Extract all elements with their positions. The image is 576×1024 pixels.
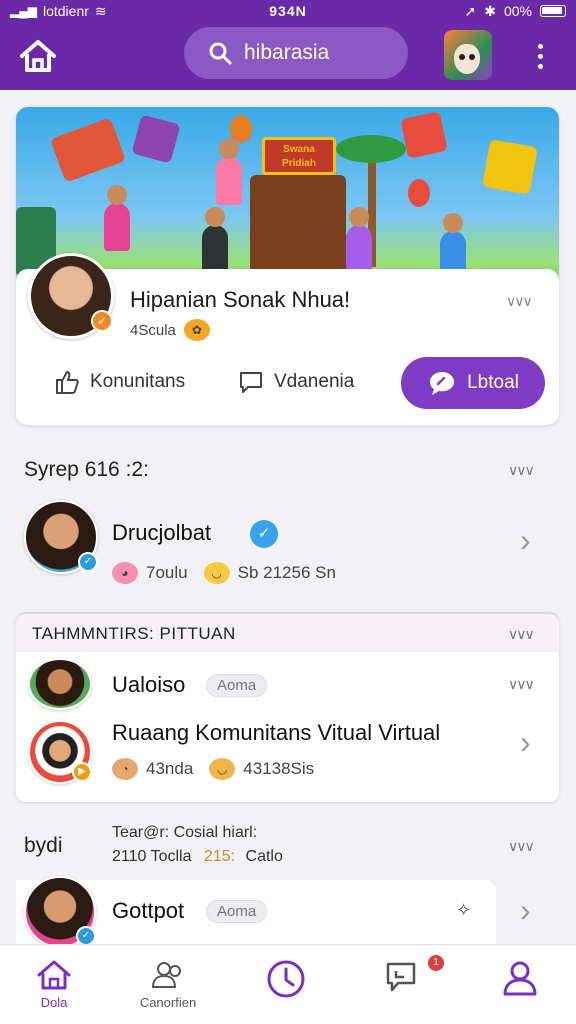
section-sub-line2b: 215: bbox=[203, 848, 236, 865]
featured-actions: Konunitans Vdanenia Lbtoal bbox=[16, 357, 559, 413]
section-sub-line1: Tear@r: Cosial hiarl: bbox=[112, 824, 258, 841]
community-title: Ruaang Komunitans Vitual Virtual bbox=[112, 720, 441, 745]
member-row[interactable]: ✓ Drucjolbat ✓ ◕ 7oulu ◡ Sb 21256 Sn › bbox=[16, 494, 559, 594]
status-time: 934N bbox=[269, 3, 307, 19]
notification-badge: 1 bbox=[428, 955, 444, 971]
user-avatar[interactable] bbox=[444, 30, 492, 80]
bluetooth-icon: ✱ bbox=[484, 2, 496, 19]
community-header: TAHMMNTIRS: PITTUAN ∨∨∨ bbox=[16, 612, 559, 652]
community-avatar[interactable] bbox=[28, 658, 92, 710]
member-stats: ◕ 7oulu ◡ Sb 21256 Sn bbox=[112, 562, 336, 584]
section-chevron-icon[interactable]: ∨∨∨ bbox=[508, 462, 535, 479]
kebab-icon bbox=[537, 43, 543, 49]
section-subtitle: Tear@r: Cosial hiarl: 2110 Toclla 215: C… bbox=[112, 824, 283, 866]
profile-icon bbox=[503, 961, 537, 996]
battery-icon bbox=[540, 5, 566, 17]
thinking-emoji-icon: ◔ bbox=[112, 758, 138, 780]
chevron-right-icon[interactable]: › bbox=[520, 892, 531, 929]
clock-icon bbox=[267, 960, 305, 998]
search-bar[interactable]: hibarasia bbox=[184, 27, 408, 79]
nav-activity[interactable] bbox=[246, 959, 326, 999]
search-icon bbox=[209, 42, 232, 65]
community-row[interactable]: Ualoiso Aoma ∨∨∨ bbox=[16, 656, 559, 718]
chat-icon bbox=[386, 962, 416, 992]
featured-avatar[interactable]: ✓ bbox=[28, 253, 114, 339]
pin-icon[interactable]: ✧ bbox=[456, 900, 471, 921]
comment-button[interactable]: Vdanenia bbox=[238, 369, 354, 395]
nav-messages[interactable]: 1 bbox=[362, 955, 444, 998]
featured-subtitle: 4Scula ✿ bbox=[130, 319, 210, 341]
battery-percent: 00% bbox=[503, 3, 532, 19]
like-button[interactable]: Konunitans bbox=[54, 369, 185, 395]
community-chevron-icon[interactable]: ∨∨∨ bbox=[508, 626, 535, 643]
like-label: Konunitans bbox=[90, 371, 186, 392]
play-mini-icon: ▶ bbox=[72, 762, 92, 782]
smile-emoji-icon: ◡ bbox=[203, 562, 230, 584]
member-name: Gottpot bbox=[112, 898, 185, 923]
nav-community[interactable]: Canorfien bbox=[128, 959, 208, 1010]
people-icon bbox=[151, 962, 181, 988]
location-icon: ➚ bbox=[464, 2, 477, 19]
community-avatar[interactable]: ▶ bbox=[28, 720, 92, 784]
home-icon bbox=[37, 960, 71, 990]
home-icon bbox=[20, 40, 56, 72]
role-tag: Aoma bbox=[206, 674, 268, 697]
member-name: Drucjolbat bbox=[112, 520, 212, 545]
join-label: Lbtoal bbox=[467, 372, 519, 393]
home-button[interactable] bbox=[16, 34, 60, 78]
section-title: Syrep 616 :2: bbox=[24, 458, 149, 481]
community-row[interactable]: ▶ Ruaang Komunitans Vitual Virtual ◔ 43n… bbox=[16, 718, 559, 798]
featured-sub-text: 4Scula bbox=[130, 321, 176, 339]
chat-bubble-icon bbox=[430, 372, 455, 395]
search-input[interactable]: hibarasia bbox=[244, 41, 329, 65]
featured-card[interactable]: Swana Pridiah ✓ Hipanian Sonak Nhua! 4Sc… bbox=[16, 107, 559, 425]
wifi-icon: ≋ bbox=[94, 2, 107, 19]
nav-home[interactable]: Dola bbox=[14, 959, 94, 1010]
chevron-right-icon[interactable]: › bbox=[520, 522, 531, 559]
section-title: bydi bbox=[24, 834, 63, 857]
banner-sign: Swana Pridiah bbox=[262, 137, 336, 175]
status-bar: ▂▄▆ lotdienr ≋ 934N ➚ ✱ 00% bbox=[0, 0, 576, 22]
member-stat-2: Sb 21256 Sn bbox=[237, 563, 336, 582]
role-tag: Aoma bbox=[206, 900, 268, 923]
bottom-nav: Dola Canorfien 1 bbox=[0, 944, 576, 1024]
community-stat-2: 43138Sis bbox=[243, 759, 315, 778]
row-chevron-icon[interactable]: ∨∨∨ bbox=[508, 676, 535, 693]
section-sub-line2c: Catlo bbox=[245, 848, 283, 865]
top-bar: hibarasia bbox=[0, 22, 576, 90]
member-avatar[interactable]: ✓ bbox=[24, 500, 98, 574]
section-sub-line2a: 2110 Toclla bbox=[112, 848, 192, 865]
member-avatar[interactable]: ✓ bbox=[24, 876, 96, 948]
comment-label: Vdanenia bbox=[274, 371, 355, 392]
featured-name: Hipanian Sonak Nhua! bbox=[130, 287, 351, 312]
verified-badge-icon: ✓ bbox=[91, 310, 113, 332]
nav-profile[interactable] bbox=[480, 959, 560, 997]
featured-profile-panel: ✓ Hipanian Sonak Nhua! 4Scula ✿ ∨∨∨ Konu… bbox=[16, 253, 559, 425]
verified-check-icon: ✓ bbox=[250, 520, 278, 548]
thumbs-up-icon bbox=[56, 371, 79, 394]
community-header-title: TAHMMNTIRS: PITTUAN bbox=[32, 624, 236, 643]
grin-emoji-icon: ◡ bbox=[209, 758, 236, 780]
nav-home-label: Dola bbox=[40, 995, 68, 1010]
community-name: Ualoiso bbox=[112, 672, 186, 697]
chevron-right-icon[interactable]: › bbox=[520, 724, 531, 761]
carrier-label: lotdienr bbox=[42, 3, 89, 19]
verified-mini-icon: ✓ bbox=[78, 552, 98, 572]
community-stat-1: 43nda bbox=[146, 759, 194, 778]
community-stats: ◔ 43nda ◡ 43138Sis bbox=[112, 758, 314, 780]
member-row[interactable]: ✓ Gottpot Aoma ✧ bbox=[16, 876, 496, 950]
emoji-icon: ✿ bbox=[183, 319, 210, 341]
happy-emoji-icon: ◕ bbox=[112, 562, 138, 584]
community-card: TAHMMNTIRS: PITTUAN ∨∨∨ Ualoiso Aoma ∨∨∨… bbox=[16, 612, 559, 802]
comment-icon bbox=[240, 372, 262, 393]
verified-mini-icon: ✓ bbox=[76, 926, 96, 946]
nav-community-label: Canorfien bbox=[139, 995, 197, 1010]
more-menu-button[interactable] bbox=[528, 36, 552, 76]
section-chevron-icon[interactable]: ∨∨∨ bbox=[508, 838, 535, 855]
join-button[interactable]: Lbtoal bbox=[401, 357, 545, 409]
member-stat-1: 7oulu bbox=[146, 563, 188, 582]
signal-icon: ▂▄▆ bbox=[10, 4, 37, 18]
expand-chevron-icon[interactable]: ∨∨∨ bbox=[506, 293, 533, 310]
